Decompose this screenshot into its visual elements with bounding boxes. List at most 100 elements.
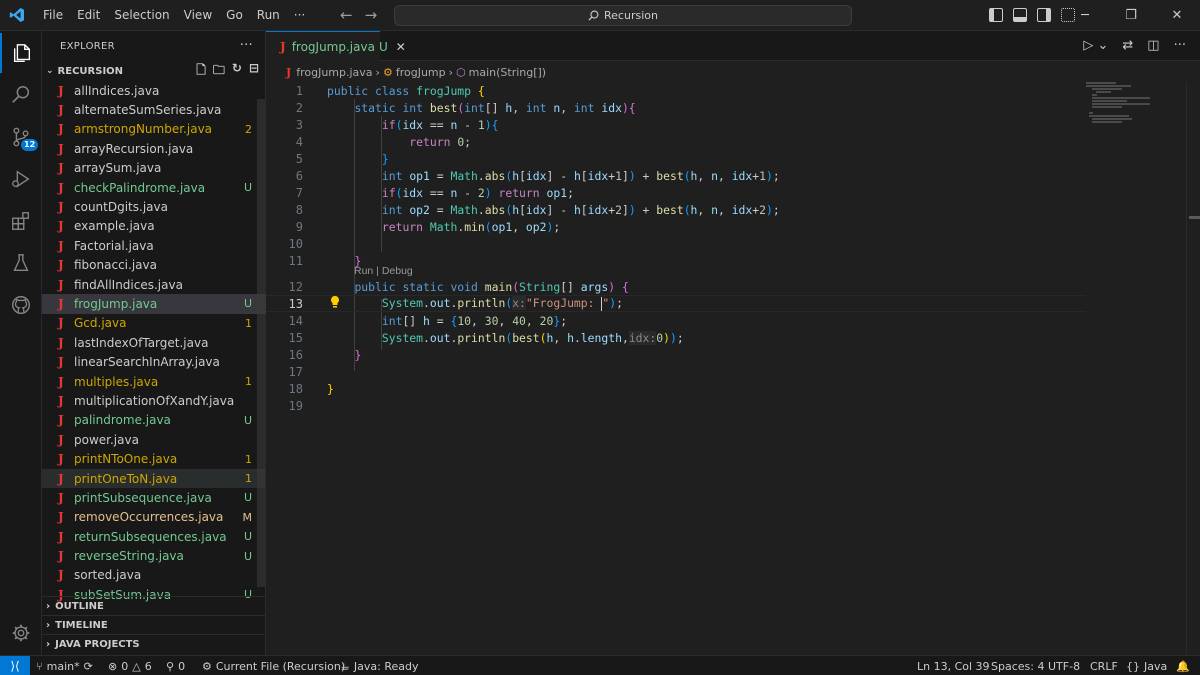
file-item[interactable]: Jsorted.java: [42, 566, 266, 585]
file-name: multiplicationOfXandY.java: [74, 393, 235, 408]
breadcrumb: J frogJump.java › ⚙ frogJump › ⬡ main(St…: [266, 62, 1200, 82]
run-debug-codelens[interactable]: Run | Debug: [354, 265, 413, 277]
testing-flask-icon[interactable]: [0, 243, 42, 283]
new-file-icon[interactable]: 🗋: [196, 61, 206, 82]
menu-go[interactable]: Go: [219, 0, 250, 31]
menu-view[interactable]: View: [177, 0, 219, 31]
indentation[interactable]: Spaces: 4: [991, 656, 1044, 675]
code-editor[interactable]: 1 public class frogJump { 2 static int be…: [266, 82, 1200, 655]
remote-indicator-icon[interactable]: ⟩⟨: [0, 656, 30, 675]
file-item[interactable]: Jpalindrome.java U: [42, 411, 266, 430]
java-projects-section[interactable]: › JAVA PROJECTS: [42, 634, 266, 653]
file-item[interactable]: JmultiplicationOfXandY.java: [42, 391, 266, 410]
cursor-position[interactable]: Ln 13, Col 39: [917, 656, 990, 675]
menu-selection[interactable]: Selection: [107, 0, 176, 31]
file-item[interactable]: JprintSubsequence.java U: [42, 488, 266, 507]
editor-actions: ▷ ⌄ ⇄ ◫ ···: [1083, 38, 1186, 53]
file-item[interactable]: JfindAllIndices.java: [42, 275, 266, 294]
refresh-icon[interactable]: ↻: [232, 61, 242, 82]
java-projects-label: JAVA PROJECTS: [55, 638, 140, 650]
file-item[interactable]: Jpower.java: [42, 430, 266, 449]
file-item[interactable]: JalternateSumSeries.java: [42, 100, 266, 119]
chevron-right-icon: ›: [46, 600, 51, 612]
file-item[interactable]: Jmultiples.java 1: [42, 372, 266, 391]
menu-bar: File Edit Selection View Go Run ···: [36, 0, 312, 31]
sidebar-scrollbar[interactable]: [257, 99, 265, 587]
split-editor-icon[interactable]: ◫: [1147, 38, 1159, 53]
timeline-section[interactable]: › TIMELINE: [42, 615, 266, 634]
source-control-icon[interactable]: 12: [0, 117, 42, 157]
file-item[interactable]: JcheckPalindrome.java U: [42, 178, 266, 197]
run-debug-icon[interactable]: [0, 159, 42, 199]
java-status[interactable]: ☕ Java: Ready: [340, 656, 418, 675]
restore-icon[interactable]: ❐: [1108, 0, 1154, 31]
file-item[interactable]: JarrayRecursion.java: [42, 139, 266, 158]
line-number: 16: [288, 347, 303, 362]
editor-scrollbar[interactable]: [1186, 82, 1200, 655]
file-item[interactable]: JreverseString.java U: [42, 546, 266, 565]
menu-file[interactable]: File: [36, 0, 70, 31]
project-folder-header[interactable]: ⌄ RECURSION 🗋 🗀 ↻ ⊟: [42, 61, 265, 81]
branch-indicator[interactable]: ⑂ main* ⟳: [36, 656, 93, 675]
file-item[interactable]: JarraySum.java: [42, 159, 266, 178]
java-file-icon: J: [58, 122, 64, 137]
menu-edit[interactable]: Edit: [70, 0, 107, 31]
toggle-panel-icon[interactable]: [1013, 8, 1027, 22]
file-item[interactable]: JarmstrongNumber.java 2: [42, 120, 266, 139]
file-item[interactable]: JlinearSearchInArray.java: [42, 352, 266, 371]
file-item[interactable]: Jfibonacci.java: [42, 256, 266, 275]
file-item[interactable]: JfrogJump.java U: [42, 294, 266, 314]
file-item[interactable]: JprintOneToN.java 1: [42, 468, 266, 489]
more-actions-icon[interactable]: ···: [1174, 38, 1186, 53]
problems-indicator[interactable]: ⊗ 0 △ 6: [108, 656, 152, 675]
back-arrow-icon[interactable]: ←: [340, 6, 353, 24]
file-name: countDgits.java: [74, 200, 168, 215]
run-icon[interactable]: ▷ ⌄: [1083, 38, 1108, 53]
forward-arrow-icon[interactable]: →: [365, 6, 378, 24]
github-icon[interactable]: [0, 285, 42, 325]
file-tree: JallIndices.java JalternateSumSeries.java…: [42, 81, 266, 626]
toggle-sidebar-icon[interactable]: [989, 8, 1003, 22]
menu-more[interactable]: ···: [287, 0, 312, 31]
breadcrumb-method[interactable]: main(String[]): [469, 66, 546, 79]
menu-run[interactable]: Run: [250, 0, 287, 31]
editor-tabs: J frogJump.java U ✕ ▷ ⌄ ⇄ ◫ ···: [266, 31, 1200, 61]
java-cup-icon: ☕: [340, 659, 350, 673]
notifications-bell-icon[interactable]: 🔔: [1176, 656, 1190, 675]
java-file-icon: J: [58, 258, 64, 273]
command-center-search[interactable]: Recursion: [394, 5, 852, 26]
file-item[interactable]: JallIndices.java: [42, 81, 266, 100]
settings-gear-icon[interactable]: [0, 613, 42, 653]
encoding[interactable]: UTF-8: [1048, 656, 1080, 675]
lightbulb-icon[interactable]: [329, 295, 341, 309]
language-mode[interactable]: {} Java: [1126, 656, 1167, 675]
toggle-secondary-sidebar-icon[interactable]: [1037, 8, 1051, 22]
close-tab-icon[interactable]: ✕: [396, 40, 406, 54]
explorer-icon[interactable]: [0, 33, 42, 73]
breadcrumb-class[interactable]: frogJump: [396, 66, 446, 79]
file-item[interactable]: J Gcd.java 1: [42, 314, 266, 333]
file-item[interactable]: JcountDgits.java: [42, 197, 266, 216]
extensions-icon[interactable]: [0, 201, 42, 241]
search-view-icon[interactable]: [0, 75, 42, 115]
outline-section[interactable]: › OUTLINE: [42, 596, 266, 615]
tab-frogjump[interactable]: J frogJump.java U ✕: [266, 31, 406, 61]
current-file-run-config[interactable]: ⚙ Current File (Recursion): [202, 656, 345, 675]
file-name: printOneToN.java: [74, 471, 178, 486]
file-item[interactable]: Jexample.java: [42, 217, 266, 236]
new-folder-icon[interactable]: 🗀: [213, 61, 225, 82]
minimize-icon[interactable]: ─: [1062, 0, 1108, 31]
line-ending[interactable]: CRLF: [1090, 656, 1118, 675]
file-item[interactable]: JreturnSubsequences.java U: [42, 527, 266, 546]
file-item[interactable]: JremoveOccurrences.java M: [42, 508, 266, 527]
more-actions-icon[interactable]: ···: [240, 38, 253, 53]
file-item[interactable]: JlastIndexOfTarget.java: [42, 333, 266, 352]
file-item[interactable]: JprintNToOne.java 1: [42, 449, 266, 468]
minimap[interactable]: [1086, 82, 1176, 123]
close-icon[interactable]: ✕: [1154, 0, 1200, 31]
breadcrumb-file[interactable]: frogJump.java: [296, 66, 372, 79]
collapse-all-icon[interactable]: ⊟: [249, 61, 259, 82]
ports-indicator[interactable]: ⚲ 0: [166, 656, 185, 675]
file-item[interactable]: J Factorial.java: [42, 236, 266, 255]
compare-icon[interactable]: ⇄: [1122, 38, 1133, 53]
